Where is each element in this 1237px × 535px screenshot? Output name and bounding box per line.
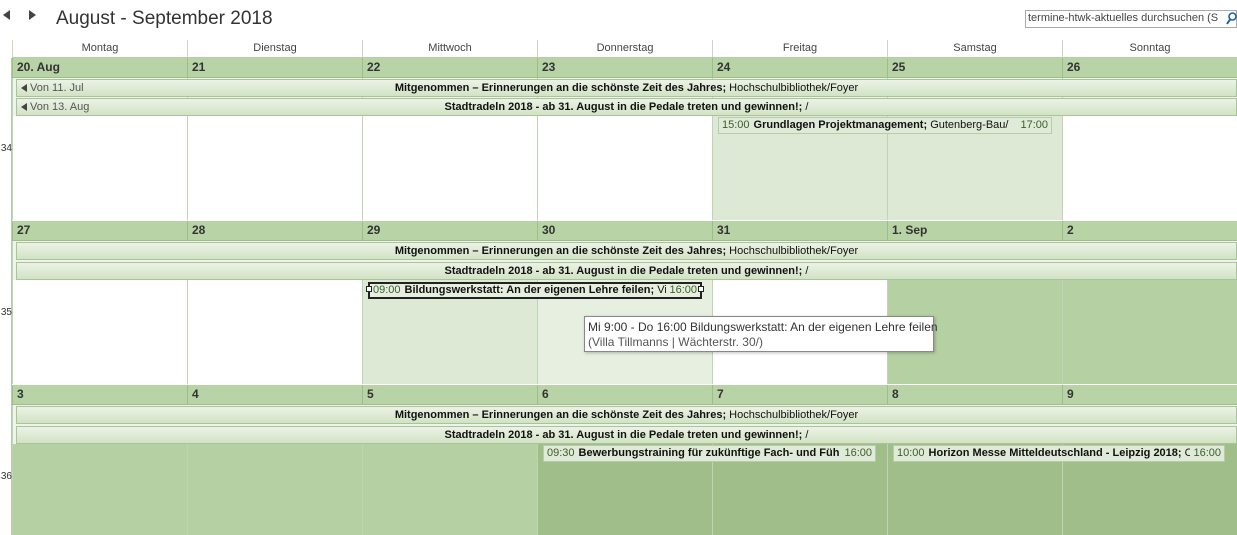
day-cell-body[interactable] [362, 444, 537, 535]
event-title: Bewerbungstraining für zukünftige Fach- … [578, 447, 840, 459]
multi-day-event-bar[interactable]: Mitgenommen – Erinnerungen an die schöns… [16, 406, 1237, 424]
day-cell-body[interactable] [12, 116, 187, 220]
week-number: 34 [0, 143, 12, 154]
event-end-time: 16:00 [666, 284, 697, 297]
tooltip-summary: Mi 9:00 - Do 16:00 Bildungswerkstatt: An… [588, 320, 938, 334]
date-header[interactable]: 9 [1062, 385, 1237, 405]
date-header[interactable]: 5 [362, 385, 537, 405]
dayname-sunday: Sonntag [1062, 40, 1237, 58]
event-title: Horizon Messe Mitteldeutschland - Leipzi… [928, 447, 1182, 459]
event-location: / [805, 101, 809, 113]
event-location: Hochschulbibliothek/Foyer [729, 245, 859, 257]
event-location: / [805, 265, 809, 277]
search-input[interactable]: termine-htwk-aktuelles durchsuchen (S [1025, 10, 1237, 28]
day-cell-body[interactable] [187, 444, 362, 535]
day-cell-body[interactable] [362, 116, 537, 220]
date-header[interactable]: 3 [12, 385, 187, 405]
date-header[interactable]: 7 [712, 385, 887, 405]
date-header[interactable]: 22 [362, 58, 537, 78]
event-title: Stadtradeln 2018 - ab 31. August in die … [444, 429, 803, 441]
continued-from-label: Von 13. Aug [21, 99, 89, 115]
event-title: Bildungswerkstatt: An der eigenen Lehre … [404, 284, 655, 296]
calendar-title: August - September 2018 [56, 8, 273, 29]
date-header[interactable]: 21 [187, 58, 362, 78]
multi-day-event-bar[interactable]: Stadtradeln 2018 - ab 31. August in die … [16, 426, 1237, 444]
dayname-wednesday: Mittwoch [362, 40, 537, 58]
calendar-event-selected[interactable]: 09:00 Bildungswerkstatt: An der eigenen L… [368, 282, 702, 299]
search-icon[interactable] [1226, 12, 1237, 26]
event-title: Mitgenommen – Erinnerungen an die schöns… [394, 245, 727, 257]
dayname-tuesday: Dienstag [187, 40, 362, 58]
next-month-icon[interactable] [29, 10, 36, 20]
calendar-event[interactable]: 10:00 Horizon Messe Mitteldeutschland - L… [893, 445, 1225, 462]
event-location: Gutenberg-Bau/ [930, 119, 1009, 131]
tooltip-location: (Villa Tillmanns | Wächterstr. 30/) [588, 335, 763, 349]
arrow-left-icon [21, 84, 27, 92]
day-cell-body[interactable] [12, 444, 187, 535]
date-header[interactable]: 20. Aug [12, 58, 187, 78]
day-cell-body[interactable] [537, 116, 712, 220]
multi-day-event-bar[interactable]: Von 13. Aug Stadtradeln 2018 - ab 31. Au… [16, 98, 1237, 116]
date-header[interactable]: 23 [537, 58, 712, 78]
dayname-saturday: Samstag [887, 40, 1062, 58]
dayname-friday: Freitag [712, 40, 887, 58]
event-location: Vi [657, 284, 667, 296]
week-number: 36 [0, 471, 12, 482]
event-title: Grundlagen Projektmanagement; [753, 119, 928, 131]
date-header[interactable]: 6 [537, 385, 712, 405]
event-end-time: 16:00 [1190, 446, 1221, 461]
event-start-time: 15:00 [722, 119, 750, 131]
multi-day-event-bar[interactable]: Von 11. Jul Mitgenommen – Erinnerungen a… [16, 79, 1237, 97]
event-start-time: 09:00 [373, 284, 401, 296]
event-title: Stadtradeln 2018 - ab 31. August in die … [444, 265, 803, 277]
dayname-thursday: Donnerstag [537, 40, 712, 58]
calendar-event[interactable]: 15:00 Grundlagen Projektmanagement; Guten… [718, 117, 1052, 134]
continued-from-text: Von 11. Jul [30, 82, 84, 94]
resize-handle-right[interactable] [698, 286, 704, 292]
date-header[interactable]: 29 [362, 221, 537, 241]
continued-from-text: Von 13. Aug [30, 101, 90, 113]
week-number: 35 [0, 307, 12, 318]
continued-from-label: Von 11. Jul [21, 80, 84, 96]
event-location: Hochschulbibliothek/Foyer [729, 82, 859, 94]
previous-month-icon[interactable] [3, 10, 10, 20]
event-location: / [805, 429, 809, 441]
event-tooltip: Mi 9:00 - Do 16:00 Bildungswerkstatt: An… [584, 316, 938, 352]
event-end-time: 16:00 [841, 446, 872, 461]
multi-day-event-bar[interactable]: Mitgenommen – Erinnerungen an die schöns… [16, 242, 1237, 260]
event-location: Hochschulbibliothek/Foyer [729, 409, 859, 421]
date-header[interactable]: 1. Sep [887, 221, 1062, 241]
date-header[interactable]: 8 [887, 385, 1062, 405]
date-header[interactable]: 30 [537, 221, 712, 241]
week-number-column [0, 58, 12, 535]
resize-handle-left[interactable] [366, 286, 372, 292]
event-title: Mitgenommen – Erinnerungen an die schöns… [394, 409, 727, 421]
day-cell-body[interactable] [187, 116, 362, 220]
dayname-monday: Montag [12, 40, 187, 58]
day-cell-body[interactable] [1062, 116, 1237, 220]
day-cell-body[interactable] [187, 280, 362, 384]
date-header[interactable]: 31 [712, 221, 887, 241]
calendar-event[interactable]: 09:30 Bewerbungstraining für zukünftige F… [543, 445, 876, 462]
event-end-time: 17:00 [1017, 118, 1048, 133]
date-header[interactable]: 28 [187, 221, 362, 241]
date-header[interactable]: 25 [887, 58, 1062, 78]
day-cell-body[interactable] [1062, 280, 1237, 384]
date-header[interactable]: 26 [1062, 58, 1237, 78]
event-title: Mitgenommen – Erinnerungen an die schöns… [394, 82, 727, 94]
day-cell-body[interactable] [12, 280, 187, 384]
date-header[interactable]: 4 [187, 385, 362, 405]
event-title: Stadtradeln 2018 - ab 31. August in die … [444, 101, 803, 113]
date-header[interactable]: 24 [712, 58, 887, 78]
date-header[interactable]: 2 [1062, 221, 1237, 241]
date-header[interactable]: 27 [12, 221, 187, 241]
event-start-time: 09:30 [547, 447, 575, 459]
multi-day-event-bar[interactable]: Stadtradeln 2018 - ab 31. August in die … [16, 262, 1237, 280]
event-start-time: 10:00 [897, 447, 925, 459]
arrow-left-icon [21, 103, 27, 111]
